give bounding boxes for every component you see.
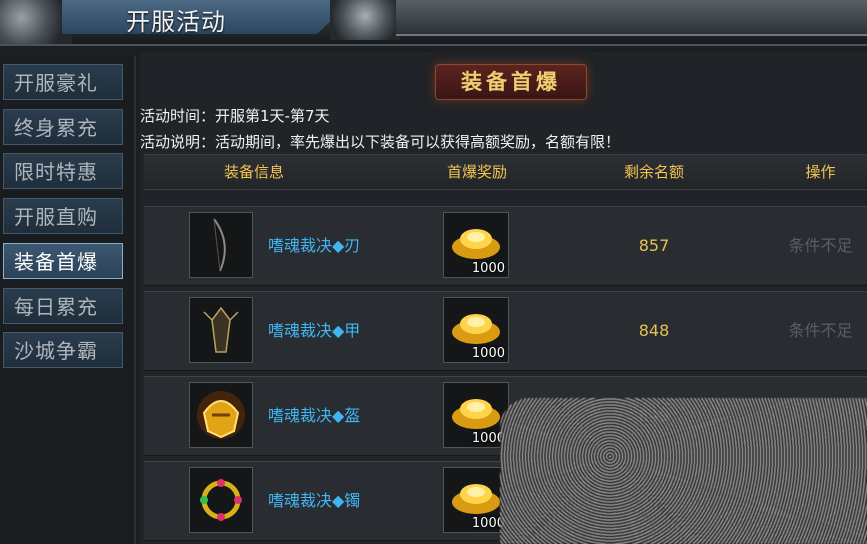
remaining-count: 848: [638, 321, 670, 340]
obscured-overlay: [500, 398, 867, 544]
dragon-ornament-icon: [330, 0, 400, 40]
sidebar-item-direct-buy[interactable]: 开服直购: [3, 198, 123, 234]
sidebar-item-daily-recharge[interactable]: 每日累充: [3, 288, 123, 324]
table-header: 装备信息 首爆奖励 剩余名额 操作: [144, 154, 867, 190]
item-name: 嗜魂裁决◆刃: [268, 236, 361, 255]
sidebar-item-opening-gift[interactable]: 开服豪礼: [3, 64, 123, 100]
table-row: 嗜魂裁决◆刃 1000 857 条件不足: [144, 206, 867, 286]
claim-button[interactable]: 条件不足: [774, 292, 867, 370]
claim-button[interactable]: 条件不足: [774, 207, 867, 285]
column-header-equipment: 装备信息: [223, 163, 284, 181]
column-header-action: 操作: [805, 163, 836, 181]
top-bar: 开服活动: [0, 0, 867, 46]
helmet-icon[interactable]: [189, 382, 253, 448]
item-name: 嗜魂裁决◆盔: [268, 406, 361, 425]
item-name: 嗜魂裁决◆甲: [268, 321, 361, 340]
column-header-remaining: 剩余名额: [623, 163, 684, 181]
gold-ingot-icon[interactable]: 1000: [443, 212, 509, 278]
sidebar: 开服豪礼 终身累充 限时特惠 开服直购 装备首爆 每日累充 沙城争霸: [0, 56, 136, 544]
sidebar-item-limited-offer[interactable]: 限时特惠: [3, 153, 123, 189]
event-time: 活动时间：开服第1天-第7天: [140, 107, 330, 125]
sidebar-item-lifetime-recharge[interactable]: 终身累充: [3, 109, 123, 145]
sidebar-item-castle-siege[interactable]: 沙城争霸: [3, 332, 123, 368]
reward-quantity: 1000: [471, 346, 505, 361]
remaining-count: 857: [638, 236, 670, 255]
dragon-ornament-icon: [0, 0, 72, 44]
column-header-reward: 首爆奖励: [446, 163, 507, 181]
section-banner: 装备首爆: [435, 64, 587, 100]
gold-ingot-icon[interactable]: 1000: [443, 297, 509, 363]
header-bar: [396, 0, 867, 36]
event-description: 活动说明：活动期间，率先爆出以下装备可以获得高额奖励，名额有限！: [140, 133, 621, 151]
section-title: 装备首爆: [461, 70, 561, 94]
table-row: 嗜魂裁决◆甲 1000 848 条件不足: [144, 291, 867, 371]
window-title: 开服活动: [126, 8, 226, 36]
bow-icon[interactable]: [189, 212, 253, 278]
armor-icon[interactable]: [189, 297, 253, 363]
reward-quantity: 1000: [471, 261, 505, 276]
bracelet-icon[interactable]: [189, 467, 253, 533]
item-name: 嗜魂裁决◆镯: [268, 491, 361, 510]
sidebar-item-equipment-first-drop[interactable]: 装备首爆: [3, 243, 123, 279]
